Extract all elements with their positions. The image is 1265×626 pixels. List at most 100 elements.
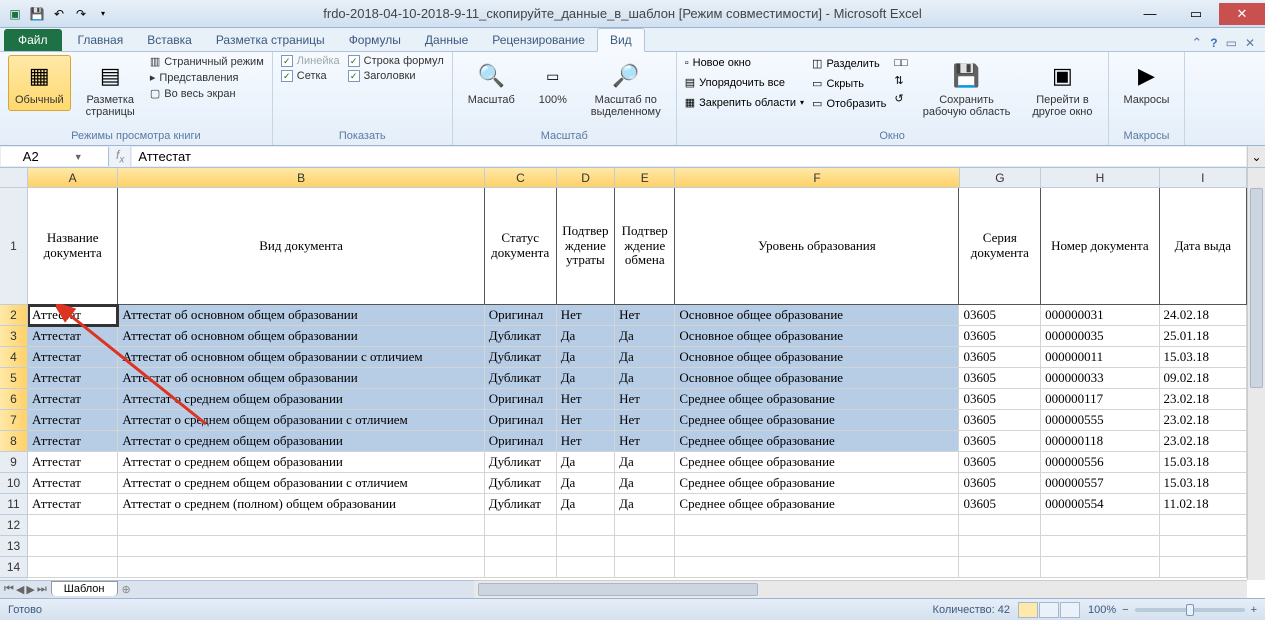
macros-button[interactable]: ▶Макросы	[1117, 55, 1177, 111]
save-workspace-button[interactable]: 💾Сохранить рабочую область	[916, 55, 1018, 123]
data-cell[interactable]: 03605	[959, 305, 1041, 326]
data-cell[interactable]: Основное общее образование	[675, 305, 959, 326]
data-cell[interactable]: 000000554	[1041, 494, 1159, 515]
data-cell[interactable]: Нет	[557, 305, 615, 326]
data-cell[interactable]	[1041, 557, 1159, 578]
column-header[interactable]: C	[485, 168, 557, 188]
data-cell[interactable]: Среднее общее образование	[675, 452, 959, 473]
save-icon[interactable]: 💾	[28, 5, 46, 23]
data-cell[interactable]: 000000557	[1041, 473, 1159, 494]
switch-windows-button[interactable]: ▣Перейти в другое окно	[1025, 55, 1099, 123]
prev-sheet-icon[interactable]: ◀	[16, 583, 24, 596]
data-cell[interactable]: Среднее общее образование	[675, 389, 959, 410]
page-break-view-icon[interactable]	[1060, 602, 1080, 618]
row-header[interactable]: 2	[0, 305, 28, 326]
data-cell[interactable]: 03605	[959, 494, 1041, 515]
data-cell[interactable]: Аттестат о среднем общем образовании	[118, 389, 484, 410]
freeze-panes-button[interactable]: ▦Закрепить области▾	[685, 94, 804, 111]
data-cell[interactable]: Аттестат об основном общем образовании	[118, 326, 484, 347]
doc-restore-button[interactable]: ▭	[1226, 36, 1237, 50]
data-cell[interactable]: Дубликат	[485, 347, 557, 368]
data-cell[interactable]: 03605	[959, 452, 1041, 473]
row-header[interactable]: 1	[0, 188, 28, 305]
data-cell[interactable]: Аттестат	[28, 347, 118, 368]
data-cell[interactable]: Да	[615, 347, 675, 368]
scrollbar-thumb[interactable]	[1250, 188, 1263, 388]
data-cell[interactable]: Основное общее образование	[675, 326, 959, 347]
data-cell[interactable]: Оригинал	[485, 410, 557, 431]
data-cell[interactable]: Аттестат	[28, 494, 118, 515]
undo-icon[interactable]: ↶	[50, 5, 68, 23]
data-cell[interactable]: Да	[557, 368, 615, 389]
data-cell[interactable]	[485, 536, 557, 557]
data-cell[interactable]: Аттестат о среднем общем образовании	[118, 431, 484, 452]
data-cell[interactable]	[28, 536, 118, 557]
full-screen-button[interactable]: ▢Во весь экран	[150, 87, 264, 100]
data-cell[interactable]	[1041, 536, 1159, 557]
data-cell[interactable]	[675, 515, 959, 536]
normal-view-button[interactable]: ▦ Обычный	[8, 55, 71, 111]
tab-data[interactable]: Данные	[413, 29, 480, 51]
data-cell[interactable]: Да	[615, 326, 675, 347]
data-cell[interactable]	[485, 515, 557, 536]
help-icon[interactable]: ?	[1210, 36, 1217, 50]
data-cell[interactable]: Аттестат о среднем общем образовании	[118, 452, 484, 473]
formula-expand-icon[interactable]: ⌄	[1247, 146, 1265, 167]
data-cell[interactable]	[959, 515, 1041, 536]
header-cell[interactable]: Подтвер ждение утраты	[557, 188, 615, 305]
ribbon-minimize-icon[interactable]: ⌃	[1191, 35, 1202, 51]
tab-review[interactable]: Рецензирование	[480, 29, 597, 51]
tab-insert[interactable]: Вставка	[135, 29, 204, 51]
data-cell[interactable]: Да	[615, 494, 675, 515]
tab-home[interactable]: Главная	[66, 29, 136, 51]
data-cell[interactable]: Аттестат об основном общем образовании	[118, 305, 484, 326]
file-tab[interactable]: Файл	[4, 29, 62, 51]
data-cell[interactable]	[615, 536, 675, 557]
data-cell[interactable]: 11.02.18	[1160, 494, 1247, 515]
row-header[interactable]: 5	[0, 368, 28, 389]
data-cell[interactable]: Дубликат	[485, 368, 557, 389]
data-cell[interactable]: Нет	[557, 389, 615, 410]
minimize-button[interactable]: —	[1127, 3, 1173, 25]
new-sheet-icon[interactable]: ⊕	[122, 583, 131, 596]
row-header[interactable]: 9	[0, 452, 28, 473]
new-window-button[interactable]: ▫Новое окно	[685, 55, 804, 71]
data-cell[interactable]: Да	[557, 452, 615, 473]
zoom-button[interactable]: 🔍Масштаб	[461, 55, 522, 111]
data-cell[interactable]: Нет	[615, 431, 675, 452]
row-header[interactable]: 6	[0, 389, 28, 410]
split-button[interactable]: ◫Разделить	[812, 55, 886, 72]
zoom-selection-button[interactable]: 🔎Масштаб по выделенному	[584, 55, 668, 123]
data-cell[interactable]: 03605	[959, 368, 1041, 389]
row-header[interactable]: 8	[0, 431, 28, 452]
row-header[interactable]: 13	[0, 536, 28, 557]
scrollbar-thumb[interactable]	[478, 583, 758, 596]
data-cell[interactable]: 000000118	[1041, 431, 1159, 452]
vertical-scrollbar[interactable]	[1247, 168, 1265, 580]
tab-page-layout[interactable]: Разметка страницы	[204, 29, 337, 51]
gridlines-checkbox[interactable]: ✓Сетка	[281, 70, 340, 82]
data-cell[interactable]	[118, 515, 484, 536]
data-cell[interactable]: 03605	[959, 389, 1041, 410]
formula-input[interactable]: Аттестат	[132, 147, 1246, 166]
data-cell[interactable]	[1160, 557, 1247, 578]
data-cell[interactable]: 000000011	[1041, 347, 1159, 368]
data-cell[interactable]: 03605	[959, 347, 1041, 368]
next-sheet-icon[interactable]: ▶	[26, 583, 34, 596]
data-cell[interactable]: Нет	[557, 431, 615, 452]
data-cell[interactable]: Оригинал	[485, 389, 557, 410]
page-layout-button[interactable]: ▤ Разметка страницы	[79, 55, 142, 123]
close-button[interactable]: ✕	[1219, 3, 1265, 25]
data-cell[interactable]: Да	[615, 452, 675, 473]
column-header[interactable]: I	[1160, 168, 1247, 188]
data-cell[interactable]: 03605	[959, 431, 1041, 452]
data-cell[interactable]: Аттестат об основном общем образовании	[118, 368, 484, 389]
data-cell[interactable]: Да	[557, 347, 615, 368]
column-header[interactable]: F	[675, 168, 959, 188]
hide-button[interactable]: ▭Скрыть	[812, 75, 886, 92]
column-header[interactable]: D	[557, 168, 615, 188]
data-cell[interactable]	[1160, 515, 1247, 536]
data-cell[interactable]: 03605	[959, 326, 1041, 347]
row-header[interactable]: 10	[0, 473, 28, 494]
data-cell[interactable]: Основное общее образование	[675, 368, 959, 389]
